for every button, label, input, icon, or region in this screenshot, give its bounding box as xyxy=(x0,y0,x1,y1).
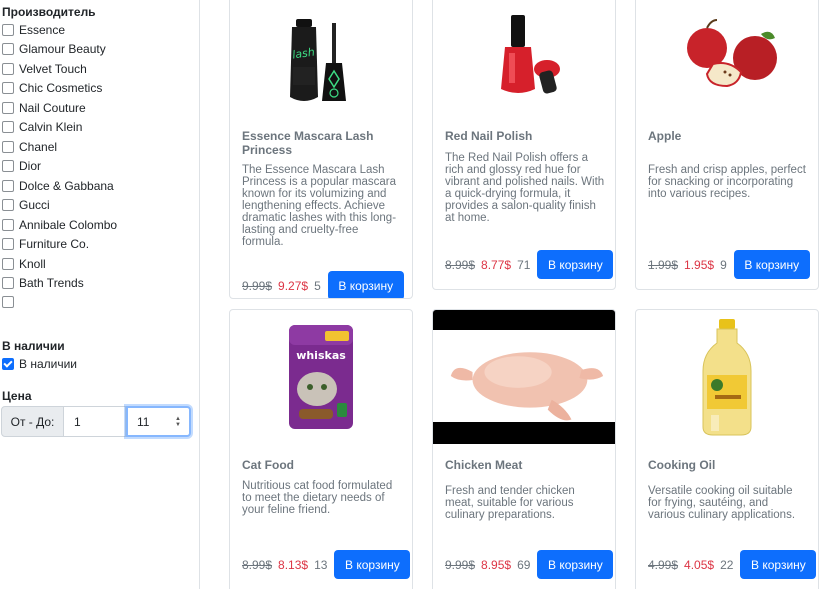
checkbox[interactable] xyxy=(2,24,14,36)
price-title: Цена xyxy=(2,389,32,403)
product-title: Essence Mascara Lash Princess xyxy=(242,129,374,157)
checkbox[interactable] xyxy=(2,121,14,133)
sale-price: 4.05$ xyxy=(684,557,715,572)
manufacturer-option[interactable]: Furniture Co. xyxy=(2,236,89,252)
sale-price: 1.95$ xyxy=(684,257,715,272)
stock-count: 5 xyxy=(314,278,321,293)
checkbox[interactable] xyxy=(2,102,14,114)
stock-count: 71 xyxy=(517,257,531,272)
spinner-arrows-icon[interactable]: ▲ ▼ xyxy=(175,416,181,428)
manufacturer-option[interactable]: Gucci xyxy=(2,197,50,213)
product-card: Apple Fresh and crisp apples, perfect fo… xyxy=(635,0,819,290)
product-footer: 1.99$ 1.95$ 9 В корзину xyxy=(648,250,810,279)
stock-count: 13 xyxy=(314,557,328,572)
stock-count: 69 xyxy=(517,557,531,572)
product-card: Cooking Oil Versatile cooking oil suitab… xyxy=(635,309,819,589)
add-to-cart-button[interactable]: В корзину xyxy=(733,250,810,279)
price-to-input[interactable]: 11 ▲ ▼ xyxy=(126,406,191,437)
product-title: Chicken Meat xyxy=(445,458,523,472)
product-footer: 8.99$ 8.13$ 13 В корзину xyxy=(242,550,411,579)
manufacturer-option[interactable]: Dior xyxy=(2,158,41,174)
product-image xyxy=(636,4,818,104)
checkbox[interactable] xyxy=(2,277,14,289)
product-description: Fresh and crisp apples, perfect for snac… xyxy=(648,164,806,200)
manufacturer-option[interactable]: Chanel xyxy=(2,139,57,155)
manufacturer-option[interactable]: Chic Cosmetics xyxy=(2,80,102,96)
price-from-input[interactable]: 1 xyxy=(64,406,126,437)
product-image xyxy=(636,316,818,440)
product-footer: 9.99$ 9.27$ 5 В корзину xyxy=(242,271,404,298)
manufacturer-option[interactable]: Glamour Beauty xyxy=(2,41,106,57)
manufacturer-option[interactable]: Dolce & Gabbana xyxy=(2,178,114,194)
product-image xyxy=(433,4,615,104)
add-to-cart-button[interactable]: В корзину xyxy=(740,550,817,579)
product-image: lash xyxy=(230,4,412,114)
product-title: Cat Food xyxy=(242,458,294,472)
manufacturer-option[interactable]: Velvet Touch xyxy=(2,61,87,77)
manufacturer-option[interactable]: Nail Couture xyxy=(2,100,86,116)
filter-sidebar: Производитель Essence Glamour Beauty Vel… xyxy=(0,0,200,589)
manufacturer-option[interactable]: Bath Trends xyxy=(2,275,84,291)
old-price: 8.99$ xyxy=(242,557,273,572)
old-price: 1.99$ xyxy=(648,257,679,272)
sale-price: 8.13$ xyxy=(278,557,309,572)
checkbox[interactable] xyxy=(2,43,14,55)
checkbox[interactable] xyxy=(2,258,14,270)
in-stock-option[interactable]: В наличии xyxy=(2,356,77,372)
manufacturer-option[interactable] xyxy=(2,294,19,310)
price-range-label: От - До: xyxy=(1,406,64,437)
stock-title: В наличии xyxy=(2,339,65,353)
checkbox[interactable] xyxy=(2,219,14,231)
price-range: От - До: 1 11 ▲ ▼ xyxy=(1,406,191,437)
checkbox[interactable] xyxy=(2,238,14,250)
product-title: Cooking Oil xyxy=(648,458,716,472)
add-to-cart-button[interactable]: В корзину xyxy=(327,271,404,298)
sale-price: 8.77$ xyxy=(481,257,512,272)
manufacturer-option[interactable]: Calvin Klein xyxy=(2,119,82,135)
checkbox[interactable] xyxy=(2,63,14,75)
product-image: whiskas xyxy=(230,318,412,436)
product-description: Fresh and tender chicken meat, suitable … xyxy=(445,485,575,521)
product-description: The Essence Mascara Lash Princess is a p… xyxy=(242,164,397,248)
checkbox[interactable] xyxy=(2,199,14,211)
product-card: lash Essence Mascara Lash Princess The E… xyxy=(229,0,413,299)
product-card: Chicken Meat Fresh and tender chicken me… xyxy=(432,309,616,589)
manufacturer-title: Производитель xyxy=(2,5,96,19)
product-image xyxy=(433,310,615,444)
add-to-cart-button[interactable]: В корзину xyxy=(537,250,614,279)
stock-count: 22 xyxy=(720,557,734,572)
add-to-cart-button[interactable]: В корзину xyxy=(537,550,614,579)
checkbox[interactable] xyxy=(2,180,14,192)
manufacturer-option[interactable]: Knoll xyxy=(2,256,46,272)
sale-price: 8.95$ xyxy=(481,557,512,572)
product-title: Red Nail Polish xyxy=(445,129,533,143)
checkbox[interactable] xyxy=(2,296,14,308)
product-footer: 8.99$ 8.77$ 71 В корзину xyxy=(445,250,614,279)
product-description: The Red Nail Polish offers a rich and gl… xyxy=(445,152,605,224)
checkbox[interactable] xyxy=(2,141,14,153)
sale-price: 9.27$ xyxy=(278,278,309,293)
manufacturer-option[interactable]: Annibale Colombo xyxy=(2,217,117,233)
checkbox[interactable] xyxy=(2,160,14,172)
product-footer: 9.99$ 8.95$ 69 В корзину xyxy=(445,550,614,579)
product-description: Nutritious cat food formulated to meet t… xyxy=(242,480,393,516)
old-price: 4.99$ xyxy=(648,557,679,572)
checkbox[interactable] xyxy=(2,82,14,94)
manufacturer-option[interactable]: Essence xyxy=(2,22,65,38)
product-card: whiskas Cat Food Nutritious cat food for… xyxy=(229,309,413,589)
product-title: Apple xyxy=(648,129,682,143)
old-price: 9.99$ xyxy=(242,278,273,293)
cat-food-brand-text: whiskas xyxy=(296,349,346,362)
old-price: 8.99$ xyxy=(445,257,476,272)
checkbox-checked[interactable] xyxy=(2,358,14,370)
product-footer: 4.99$ 4.05$ 22 В корзину xyxy=(648,550,817,579)
add-to-cart-button[interactable]: В корзину xyxy=(334,550,411,579)
old-price: 9.99$ xyxy=(445,557,476,572)
stock-count: 9 xyxy=(720,257,727,272)
product-card: Red Nail Polish The Red Nail Polish offe… xyxy=(432,0,616,290)
product-description: Versatile cooking oil suitable for fryin… xyxy=(648,485,796,521)
